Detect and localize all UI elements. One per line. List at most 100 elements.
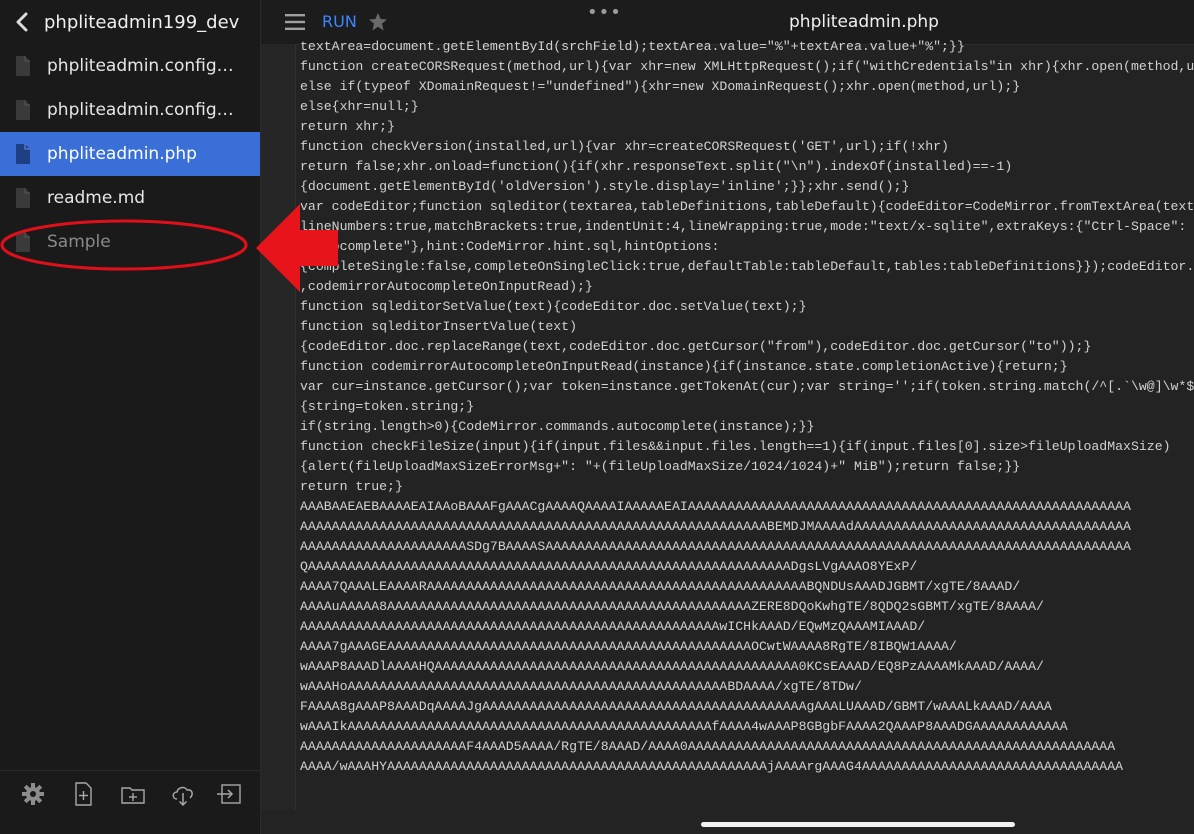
- code-line: 6237function sqleditorSetValue(text){cod…: [300, 297, 1194, 317]
- code-line: 6238function sqleditorInsertValue(text): [300, 317, 1194, 337]
- code-line: ,codemirrorAutocompleteOnInputRead);}: [300, 277, 1194, 297]
- code-line: 6235return false;xhr.onload=function(){i…: [300, 157, 1194, 177]
- code-text: {codeEditor.doc.replaceRange(text,codeEd…: [300, 339, 1092, 354]
- code-line: -AAAA7gAAAGEAAAAAAAAAAAAAAAAAAAAAAAAAAAA…: [300, 637, 1194, 657]
- code-line: 6240var cur=instance.getCursor();var tok…: [300, 377, 1194, 397]
- file-item-label: phpliteadmin.php: [47, 144, 197, 164]
- code-line: 6243return true;}: [300, 477, 1194, 497]
- code-line: -wAAAIkAAAAAAAAAAAAAAAAAAAAAAAAAAAAAAAAA…: [300, 717, 1194, 737]
- code-line: 6242function checkFileSize(input){if(inp…: [300, 437, 1194, 457]
- code-line: 6236var codeEditor;function sqleditor(te…: [300, 197, 1194, 217]
- code-text: "autocomplete"},hint:CodeMirror.hint.sql…: [300, 239, 720, 254]
- sidebar-header: phpliteadmin199_dev: [0, 0, 260, 44]
- file-item-label: phpliteadmin.config.sample.php: [47, 100, 237, 120]
- annotation-arrow-icon: [256, 204, 338, 292]
- more-options-icon[interactable]: •••: [587, 2, 622, 23]
- code-line: {codeEditor.doc.replaceRange(text,codeEd…: [300, 337, 1194, 357]
- file-sidebar: phpliteadmin199_dev phpliteadmin.config.…: [0, 0, 261, 834]
- new-folder-icon[interactable]: [120, 781, 146, 807]
- file-icon: [16, 144, 30, 164]
- code-text: return xhr;}: [300, 119, 395, 134]
- code-text: AAAAAAAAAAAAAAAAAAAAASDg7BAAAASAAAAAAAAA…: [300, 539, 1131, 554]
- code-line: -AAABAAEAEBAAAAEAIAAoBAAAFgAAACgAAAAQAAA…: [300, 497, 1194, 517]
- code-text: else{xhr=null;}: [300, 99, 419, 114]
- file-item[interactable]: phpliteadmin.config.sample.php: [0, 88, 260, 132]
- code-line: -: [300, 777, 1194, 797]
- code-line: {string=token.string;}: [300, 397, 1194, 417]
- code-line: -AAAAAAAAAAAAAAAAAAAAAF4AAAD5AAAA/RgTE/8…: [300, 737, 1194, 757]
- code-line: -AAAA7QAAALEAAAARAAAAAAAAAAAAAAAAAAAAAAA…: [300, 577, 1194, 597]
- file-item[interactable]: phpliteadmin.php: [0, 132, 260, 176]
- code-line: -AAAAAAAAAAAAAAAAAAAAASDg7BAAAASAAAAAAAA…: [300, 537, 1194, 557]
- code-line: 6230function createCORSRequest(method,ur…: [300, 57, 1194, 77]
- code-line: 6234function checkVersion(installed,url)…: [300, 137, 1194, 157]
- code-text: function createCORSRequest(method,url){v…: [300, 59, 1194, 74]
- code-text: if(string.length>0){CodeMirror.commands.…: [300, 419, 815, 434]
- code-text: {document.getElementById('oldVersion').s…: [300, 179, 910, 194]
- code-line: 6231else if(typeof XDomainRequest!="unde…: [300, 77, 1194, 97]
- code-line: -QAAAAAAAAAAAAAAAAAAAAAAAAAAAAAAAAAAAAAA…: [300, 557, 1194, 577]
- file-item[interactable]: phpliteadmin.config.php: [0, 44, 260, 88]
- code-text: var cur=instance.getCursor();var token=i…: [300, 379, 1194, 394]
- code-text: ,codemirrorAutocompleteOnInputRead);}: [300, 279, 593, 294]
- code-text: AAAAAAAAAAAAAAAAAAAAAAAAAAAAAAAAAAAAAAAA…: [300, 519, 1131, 534]
- code-line: {document.getElementById('oldVersion').s…: [300, 177, 1194, 197]
- code-text: AAAAuAAAAA8AAAAAAAAAAAAAAAAAAAAAAAAAAAAA…: [300, 599, 1044, 614]
- code-text: wAAAP8AAADlAAAAHQAAAAAAAAAAAAAAAAAAAAAAA…: [300, 659, 1044, 674]
- code-line: -FAAAA8gAAAP8AAADqAAAAJgAAAAAAAAAAAAAAAA…: [300, 697, 1194, 717]
- code-line: -AAAAAAAAAAAAAAAAAAAAAAAAAAAAAAAAAAAAAAA…: [300, 617, 1194, 637]
- code-line: "autocomplete"},hint:CodeMirror.hint.sql…: [300, 237, 1194, 257]
- code-text: {completeSingle:false,completeOnSingleCl…: [300, 259, 1194, 274]
- code-line: -wAAAP8AAADlAAAAHQAAAAAAAAAAAAAAAAAAAAAA…: [300, 657, 1194, 677]
- code-text: AAAAAAAAAAAAAAAAAAAAAF4AAAD5AAAA/RgTE/8A…: [300, 739, 1116, 754]
- home-indicator: [701, 822, 1015, 827]
- code-editor[interactable]: RUN ••• phpliteadmin.php textArea=docume…: [261, 0, 1194, 834]
- code-area[interactable]: textArea=document.getElementById(srchFie…: [300, 37, 1194, 797]
- code-text: QAAAAAAAAAAAAAAAAAAAAAAAAAAAAAAAAAAAAAAA…: [300, 559, 918, 574]
- file-title: phpliteadmin.php: [789, 12, 939, 32]
- chevron-left-icon[interactable]: [14, 12, 30, 32]
- hamburger-menu-icon[interactable]: [285, 14, 305, 30]
- code-text: function checkVersion(installed,url){var…: [300, 139, 949, 154]
- code-line: -AAAA/wAAAHYAAAAAAAAAAAAAAAAAAAAAAAAAAAA…: [300, 757, 1194, 777]
- code-line: lineNumbers:true,matchBrackets:true,inde…: [300, 217, 1194, 237]
- gear-icon[interactable]: [20, 781, 46, 807]
- code-line: textArea=document.getElementById(srchFie…: [300, 37, 1194, 57]
- import-icon[interactable]: [216, 781, 242, 807]
- file-icon: [16, 188, 30, 208]
- code-line: {completeSingle:false,completeOnSingleCl…: [300, 257, 1194, 277]
- code-text: var codeEditor;function sqleditor(textar…: [300, 199, 1194, 214]
- code-text: function sqleditorInsertValue(text): [300, 319, 577, 334]
- code-text: function codemirrorAutocompleteOnInputRe…: [300, 359, 1068, 374]
- code-text: AAAA7gAAAGEAAAAAAAAAAAAAAAAAAAAAAAAAAAAA…: [300, 639, 957, 654]
- new-file-icon[interactable]: [70, 781, 96, 807]
- file-item-label: phpliteadmin.config.php: [47, 56, 237, 76]
- code-text: function sqleditorSetValue(text){codeEdi…: [300, 299, 807, 314]
- line-number-gutter: [261, 44, 296, 810]
- code-line: 6239function codemirrorAutocompleteOnInp…: [300, 357, 1194, 377]
- code-line: 6232else{xhr=null;}: [300, 97, 1194, 117]
- file-item[interactable]: readme.md: [0, 176, 260, 220]
- code-line: -AAAAuAAAAA8AAAAAAAAAAAAAAAAAAAAAAAAAAAA…: [300, 597, 1194, 617]
- code-text: wAAAHoAAAAAAAAAAAAAAAAAAAAAAAAAAAAAAAAAA…: [300, 679, 862, 694]
- annotation-ellipse: [0, 219, 248, 271]
- run-button[interactable]: RUN: [322, 12, 357, 31]
- code-text: {alert(fileUploadMaxSizeErrorMsg+": "+(f…: [300, 459, 1021, 474]
- code-text: return false;xhr.onload=function(){if(xh…: [300, 159, 1013, 174]
- code-text: AAABAAEAEBAAAAEAIAAoBAAAFgAAACgAAAAQAAAA…: [300, 499, 1131, 514]
- cloud-download-icon[interactable]: [170, 781, 196, 807]
- code-text: {string=token.string;}: [300, 399, 475, 414]
- code-text: wAAAIkAAAAAAAAAAAAAAAAAAAAAAAAAAAAAAAAAA…: [300, 719, 1068, 734]
- code-text: AAAAAAAAAAAAAAAAAAAAAAAAAAAAAAAAAAAAAAAA…: [300, 619, 926, 634]
- code-text: function checkFileSize(input){if(input.f…: [300, 439, 1171, 454]
- code-text: return true;}: [300, 479, 403, 494]
- star-icon[interactable]: [368, 12, 388, 32]
- file-icon: [16, 56, 30, 76]
- code-text: textArea=document.getElementById(srchFie…: [300, 39, 965, 54]
- code-line: -AAAAAAAAAAAAAAAAAAAAAAAAAAAAAAAAAAAAAAA…: [300, 517, 1194, 537]
- file-icon: [16, 100, 30, 120]
- code-text: else if(typeof XDomainRequest!="undefine…: [300, 79, 1021, 94]
- project-title: phpliteadmin199_dev: [44, 11, 240, 33]
- code-line: {alert(fileUploadMaxSizeErrorMsg+": "+(f…: [300, 457, 1194, 477]
- code-text: AAAA7QAAALEAAAARAAAAAAAAAAAAAAAAAAAAAAAA…: [300, 579, 1021, 594]
